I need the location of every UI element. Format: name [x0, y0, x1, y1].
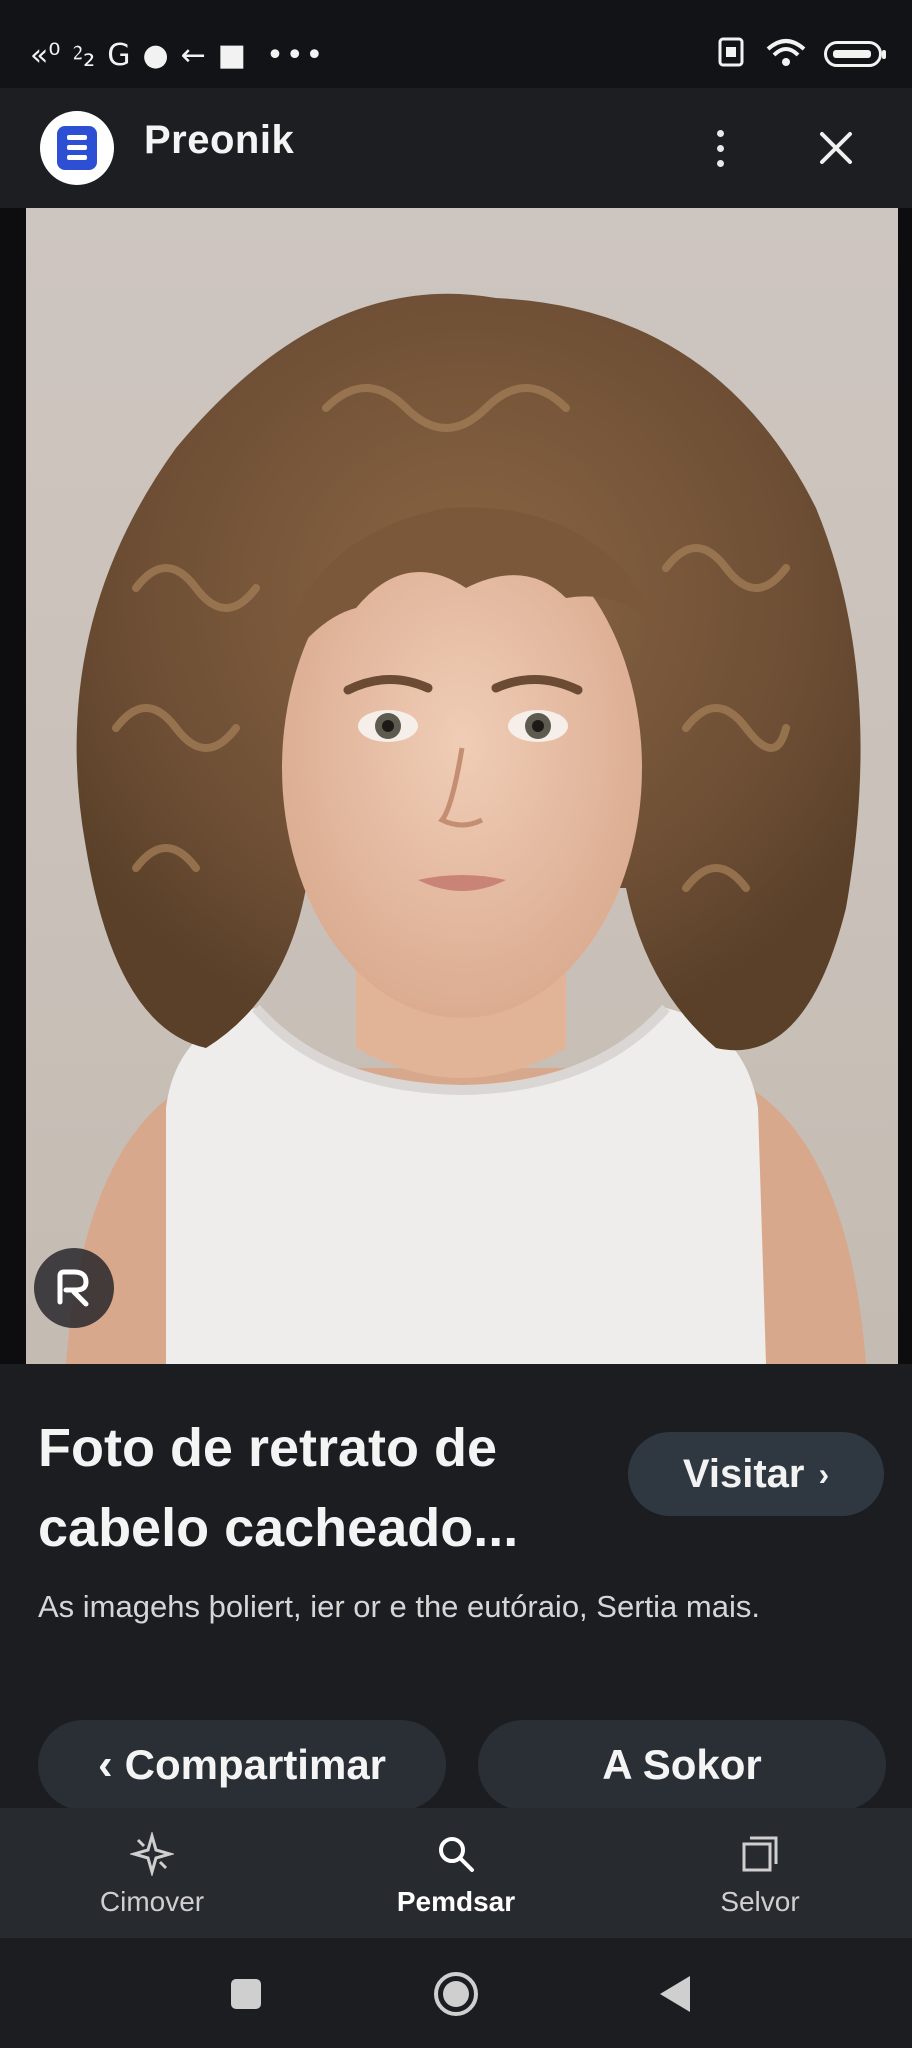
app-title: Preonik	[144, 118, 295, 162]
nav-item-discover[interactable]: Cimover	[32, 1808, 272, 1938]
notification-icon: «⁰	[30, 37, 61, 73]
result-title-line: Foto de retrato de	[38, 1418, 498, 1478]
save-button[interactable]: A Sokor	[478, 1720, 886, 1810]
portrait-illustration	[66, 293, 866, 1364]
back-button[interactable]	[648, 1966, 704, 2022]
notification-icon: ■	[217, 37, 247, 73]
bottom-navigation: Cimover Pemdsar Selvor	[0, 1808, 912, 1938]
nav-item-search[interactable]: Pemdsar	[336, 1808, 576, 1938]
status-system-icons	[714, 34, 886, 74]
collections-icon	[742, 1836, 778, 1872]
result-title-line: cabelo cacheado...	[38, 1498, 519, 1558]
result-description: As imagehs þoliert, ier or e the eutórai…	[38, 1589, 760, 1624]
share-button[interactable]: ‹ Compartimar	[38, 1720, 446, 1810]
share-button-label: Compartimar	[124, 1741, 387, 1788]
back-triangle-icon	[660, 1976, 690, 2012]
notification-icon: ←	[180, 37, 206, 73]
save-button-label: A Sokor	[602, 1741, 762, 1788]
nav-item-collections[interactable]: Selvor	[640, 1808, 880, 1938]
more-options-button[interactable]	[700, 118, 740, 178]
image-viewer	[0, 208, 912, 1364]
status-notification-icons: «⁰ ⁲₂ G ● ← ■ •••	[30, 30, 325, 80]
home-circle-icon	[434, 1972, 478, 2016]
notification-icon: G	[107, 37, 131, 73]
visual-search-icon	[57, 1269, 89, 1307]
chevron-right-icon: ›	[818, 1455, 830, 1492]
status-overflow-dots: •••	[266, 37, 326, 73]
visual-search-button[interactable]	[34, 1248, 114, 1328]
wifi-icon	[764, 35, 808, 73]
nav-item-label: Selvor	[720, 1886, 800, 1917]
portrait-photo[interactable]	[26, 208, 898, 1364]
notification-icon: ●	[142, 37, 169, 73]
app-logo-icon[interactable]	[40, 111, 114, 185]
visit-button[interactable]: Visitar ›	[628, 1432, 884, 1516]
discover-sparkle-icon	[130, 1832, 174, 1876]
chevron-left-icon: ‹	[97, 1740, 113, 1789]
home-button[interactable]	[428, 1966, 484, 2022]
system-navigation-bar	[0, 1938, 912, 2048]
square-icon	[231, 1979, 261, 2009]
close-button[interactable]	[808, 118, 864, 178]
more-vertical-icon	[716, 129, 724, 137]
result-title: Foto de retrato de cabelo cacheado...	[38, 1408, 598, 1568]
result-info-panel: Foto de retrato de cabelo cacheado... Vi…	[0, 1364, 912, 1810]
battery-icon	[824, 41, 886, 67]
sim-icon	[714, 35, 748, 73]
nav-item-label: Cimover	[99, 1886, 205, 1917]
app-header: Preonik	[0, 88, 912, 208]
notification-icon: ⁲₂	[72, 38, 96, 74]
nav-item-label: Pemdsar	[396, 1886, 516, 1917]
search-icon	[439, 1837, 474, 1872]
recents-button[interactable]	[218, 1966, 274, 2022]
close-icon	[820, 132, 852, 164]
visit-button-label: Visitar	[682, 1451, 805, 1496]
status-bar: «⁰ ⁲₂ G ● ← ■ •••	[0, 0, 912, 88]
